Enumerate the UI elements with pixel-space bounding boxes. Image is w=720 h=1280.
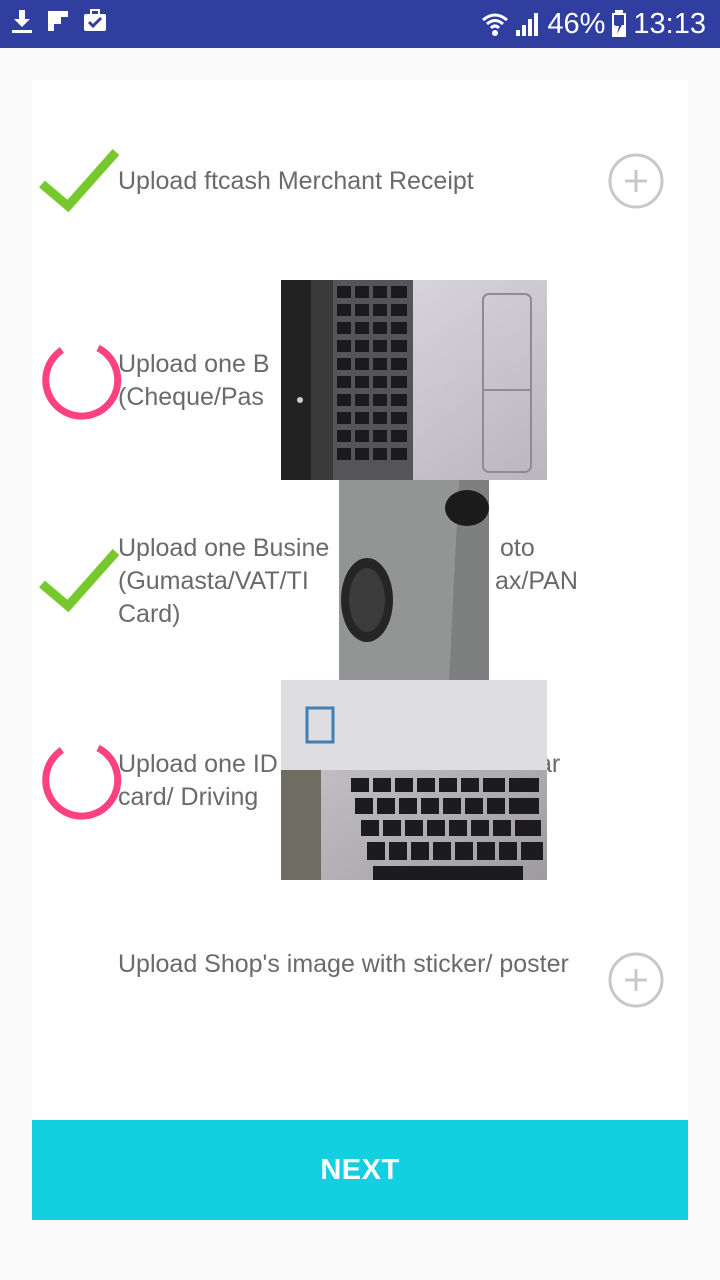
- next-button[interactable]: NEXT: [32, 1120, 688, 1220]
- merchant-receipt-label: Upload ftcash Merchant Receipt: [118, 167, 474, 195]
- loading-spinner-icon: [42, 744, 122, 820]
- business-proof-line1-tail: oto: [500, 534, 535, 562]
- business-proof-thumbnail[interactable]: [339, 480, 489, 680]
- signal-icon: [516, 13, 539, 36]
- loading-spinner-icon: [42, 344, 122, 420]
- download-icon: [12, 10, 32, 33]
- check-icon: [39, 149, 120, 213]
- briefcase-check-icon: [84, 9, 106, 31]
- flipboard-icon: [48, 11, 68, 31]
- add-circle-icon[interactable]: [607, 152, 665, 210]
- photo-floor: [339, 480, 489, 680]
- id-proof-thumbnail[interactable]: [281, 680, 547, 880]
- id-proof-line1: Upload one ID: [118, 750, 278, 778]
- bank-proof-thumbnail[interactable]: [281, 280, 547, 480]
- battery-charging-icon: [612, 10, 627, 37]
- photo-laptop-keyboard: [281, 680, 547, 880]
- wifi-icon: [482, 13, 509, 36]
- status-bar: 46% 13:13: [0, 0, 720, 48]
- photo-laptop-keyboard: [281, 280, 547, 480]
- business-proof-line2: (Gumasta/VAT/TI: [118, 567, 309, 595]
- notification-icons: [10, 8, 108, 34]
- battery-percent: 46%: [547, 7, 606, 40]
- system-icons: 46% 13:13: [481, 4, 706, 44]
- clock: 13:13: [633, 7, 706, 40]
- business-proof-line2-tail: ax/PAN: [495, 567, 578, 595]
- shop-image-label: Upload Shop's image with sticker/ poster: [118, 950, 569, 978]
- add-circle-icon[interactable]: [607, 951, 665, 1009]
- check-icon: [39, 549, 120, 613]
- business-proof-line1: Upload one Busine: [118, 534, 330, 562]
